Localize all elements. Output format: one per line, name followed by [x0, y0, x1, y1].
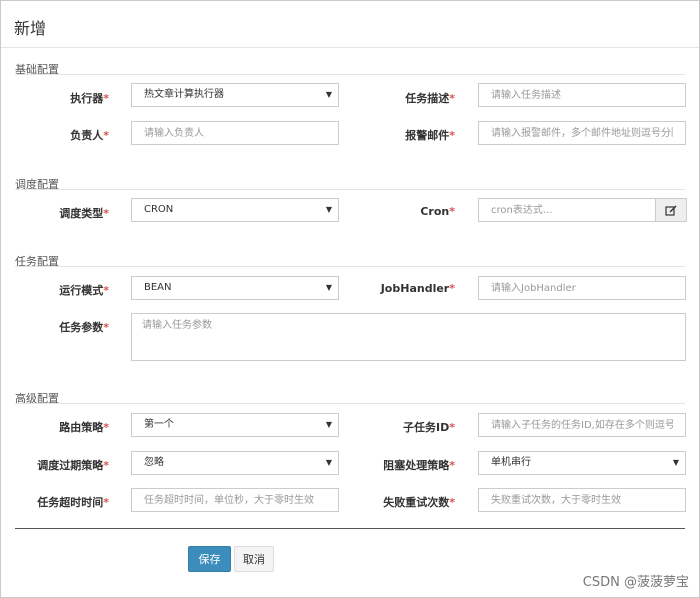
chevron-down-icon: ▼ — [325, 420, 332, 429]
chevron-down-icon: ▼ — [325, 205, 332, 214]
executor-label: 执行器* — [70, 92, 109, 105]
cancel-button[interactable]: 取消 — [234, 546, 274, 572]
watermark: CSDN @菠菠萝宝 — [582, 575, 689, 590]
section-advanced-divider — [15, 403, 685, 404]
task-desc-input[interactable] — [478, 83, 686, 107]
route-strategy-label: 路由策略* — [59, 421, 109, 434]
section-schedule-divider — [15, 189, 685, 190]
chevron-down-icon: ▼ — [325, 283, 332, 292]
misfire-select[interactable]: 忽略 ▼ — [131, 451, 339, 475]
dialog-title: 新增 — [14, 19, 47, 38]
edit-icon — [665, 205, 677, 216]
misfire-label: 调度过期策略* — [37, 459, 109, 472]
block-strategy-label: 阻塞处理策略* — [383, 459, 455, 472]
timeout-label: 任务超时时间* — [37, 496, 109, 509]
block-strategy-value: 单机串行 — [491, 457, 531, 468]
owner-input[interactable] — [131, 121, 339, 145]
route-strategy-value: 第一个 — [144, 419, 174, 430]
job-handler-input[interactable] — [478, 276, 686, 300]
cron-input[interactable] — [478, 198, 656, 222]
timeout-input[interactable] — [131, 488, 339, 512]
section-basic-divider — [15, 74, 685, 75]
alarm-email-label: 报警邮件* — [405, 129, 455, 142]
run-mode-label: 运行模式* — [59, 284, 109, 297]
footer-divider — [15, 528, 685, 529]
run-mode-select[interactable]: BEAN ▼ — [131, 276, 339, 300]
retry-input[interactable] — [478, 488, 686, 512]
add-job-dialog: 新增 基础配置 执行器* 热文章计算执行器 ▼ 任务描述* 负责人* 报警邮件*… — [0, 0, 700, 598]
block-strategy-select[interactable]: 单机串行 ▼ — [478, 451, 686, 475]
task-param-label: 任务参数* — [59, 321, 109, 334]
retry-label: 失败重试次数* — [383, 496, 455, 509]
job-handler-label: JobHandler* — [380, 282, 455, 295]
task-param-textarea[interactable] — [131, 313, 686, 361]
chevron-down-icon: ▼ — [325, 90, 332, 99]
chevron-down-icon: ▼ — [325, 458, 332, 467]
executor-select[interactable]: 热文章计算执行器 ▼ — [131, 83, 339, 107]
child-job-id-input[interactable] — [478, 413, 686, 437]
executor-value: 热文章计算执行器 — [144, 89, 224, 100]
schedule-type-select[interactable]: CRON ▼ — [131, 198, 339, 222]
section-task-divider — [15, 266, 685, 267]
cron-edit-button[interactable] — [655, 198, 687, 222]
schedule-type-value: CRON — [144, 204, 174, 215]
title-divider — [1, 47, 699, 48]
task-desc-label: 任务描述* — [405, 92, 455, 105]
save-button[interactable]: 保存 — [188, 546, 231, 572]
route-strategy-select[interactable]: 第一个 ▼ — [131, 413, 339, 437]
misfire-value: 忽略 — [144, 457, 164, 468]
run-mode-value: BEAN — [144, 282, 172, 293]
alarm-email-input[interactable] — [478, 121, 686, 145]
chevron-down-icon: ▼ — [672, 458, 679, 467]
cron-label: Cron* — [420, 205, 455, 218]
owner-label: 负责人* — [70, 129, 109, 142]
schedule-type-label: 调度类型* — [59, 207, 109, 220]
child-job-id-label: 子任务ID* — [403, 421, 455, 434]
